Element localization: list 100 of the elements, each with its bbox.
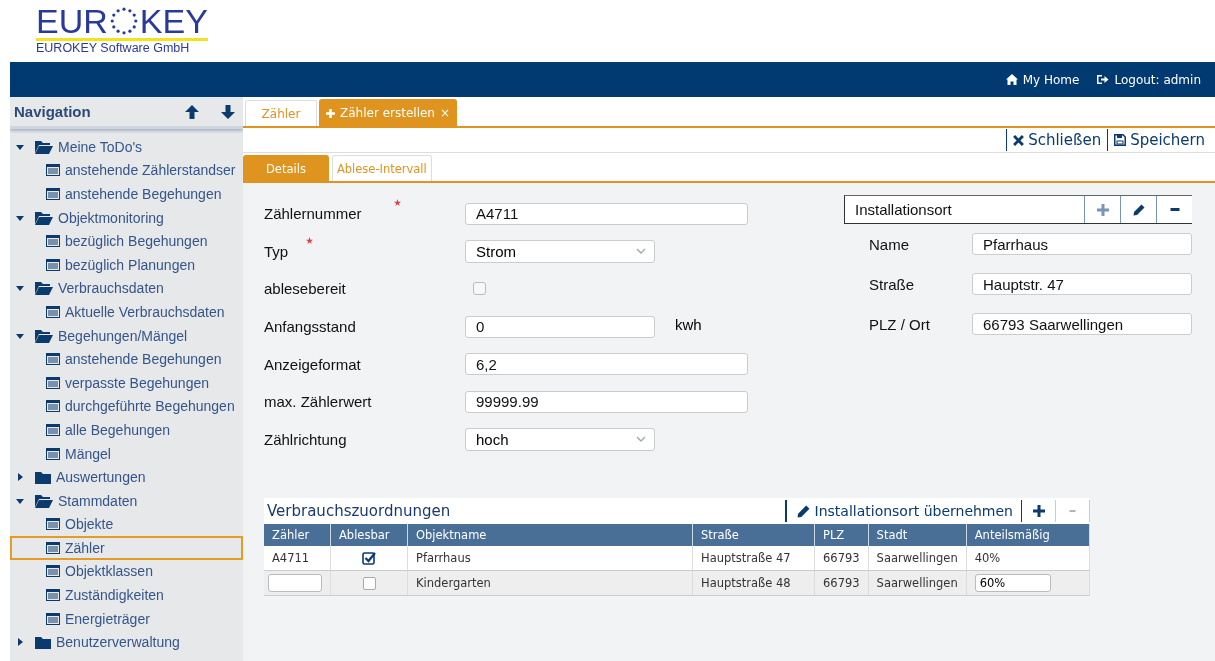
list-icon xyxy=(46,258,60,271)
tree-item[interactable]: bezüglich Planungen xyxy=(10,252,243,277)
list-icon xyxy=(46,565,60,578)
tree-item[interactable]: Zähler xyxy=(10,536,243,560)
text-field[interactable]: 0 xyxy=(465,315,655,338)
arrow-down-icon[interactable] xyxy=(221,104,235,119)
required-star-icon xyxy=(394,199,401,207)
logo-subtitle: EUROKEY Software GmbH xyxy=(36,42,191,55)
field-label: Typ xyxy=(264,242,289,260)
tree-item[interactable]: verpasste Begehungen xyxy=(10,370,243,395)
panel-title: Installationsort xyxy=(854,201,952,218)
caret-down-icon[interactable] xyxy=(16,284,24,293)
field-label: Zählernummer xyxy=(264,205,362,223)
caret-right-icon[interactable] xyxy=(16,473,24,482)
arrow-up-icon[interactable] xyxy=(185,104,199,119)
field-label: Straße xyxy=(868,275,915,293)
required-star-icon xyxy=(306,236,313,244)
cell-input[interactable]: 60% xyxy=(974,574,1051,593)
text-field[interactable]: Pfarrhaus xyxy=(972,233,1192,255)
tree-item[interactable]: Mängel xyxy=(10,441,243,466)
open-folder-icon xyxy=(35,210,53,225)
top-link[interactable]: Logout: admin xyxy=(1091,69,1207,90)
list-icon xyxy=(46,164,60,177)
apply-location-button[interactable]: Installationsort übernehmen xyxy=(784,500,1022,523)
caret-down-icon[interactable] xyxy=(16,142,24,151)
tree-folder[interactable]: Auswertungen xyxy=(10,465,243,489)
column-header[interactable]: Ablesbar xyxy=(330,524,408,547)
star-ring-icon xyxy=(108,6,139,36)
dropdown-field[interactable]: Strom xyxy=(465,239,655,263)
tree-item[interactable]: durchgeführte Begehungen xyxy=(10,394,243,419)
plus-icon xyxy=(1096,203,1109,216)
table-cell: 66793 xyxy=(823,576,860,591)
folder-icon xyxy=(35,635,51,649)
text-field[interactable]: 99999.99 xyxy=(465,390,748,413)
column-header[interactable]: Anteilsmäßig xyxy=(966,524,1090,547)
column-header[interactable]: Objektname xyxy=(407,524,693,547)
tree-folder[interactable]: Meine ToDo's xyxy=(10,135,243,159)
table-cell: A4711 xyxy=(272,551,310,566)
field-label: Anzeigeformat xyxy=(264,355,361,373)
list-icon xyxy=(46,376,60,389)
home-icon xyxy=(1005,74,1018,85)
tree-item[interactable]: anstehende Begehungen xyxy=(10,182,243,206)
tree-folder[interactable]: Benutzerverwaltung xyxy=(10,630,243,655)
checkbox[interactable] xyxy=(362,577,376,591)
tree-item[interactable]: Zuständigkeiten xyxy=(10,583,243,607)
list-icon xyxy=(46,518,60,531)
table-cell: Hauptstraße 47 xyxy=(701,551,791,566)
top-link[interactable]: My Home xyxy=(999,69,1086,90)
field-label: Zählrichtung xyxy=(264,430,347,448)
tree-item[interactable]: bezüglich Begehungen xyxy=(10,229,243,253)
cell-input[interactable] xyxy=(268,574,322,593)
list-icon xyxy=(46,447,60,460)
table-cell: 40% xyxy=(974,551,1001,566)
text-field[interactable]: 6,2 xyxy=(465,353,748,376)
text-field[interactable]: Hauptstr. 47 xyxy=(972,273,1192,295)
tree-folder[interactable]: Begehungen/Mängel xyxy=(10,323,243,348)
plus-icon xyxy=(326,108,335,118)
tree-item[interactable]: Objektklassen xyxy=(10,559,243,584)
caret-down-icon[interactable] xyxy=(16,496,24,505)
open-folder-icon xyxy=(35,139,53,154)
checked-checkbox-icon[interactable] xyxy=(362,551,376,566)
dropdown-field[interactable]: hoch xyxy=(465,427,655,451)
unit-label: kwh xyxy=(675,315,702,333)
text-field[interactable]: A4711 xyxy=(465,202,748,225)
table-cell: Hauptstraße 48 xyxy=(701,576,791,591)
field-label: Name xyxy=(868,235,910,253)
text-field[interactable]: 66793 Saarwellingen xyxy=(972,313,1192,335)
tree-item[interactable]: Objekte xyxy=(10,512,243,537)
table-cell: Saarwellingen xyxy=(876,576,958,591)
caret-down-icon[interactable] xyxy=(16,213,24,222)
tree-folder[interactable]: Verbrauchsdaten xyxy=(10,276,243,301)
table-cell: 66793 xyxy=(823,551,860,566)
open-folder-icon xyxy=(35,281,53,296)
tree-folder[interactable]: Stammdaten xyxy=(10,488,243,513)
list-icon xyxy=(46,235,60,248)
tree-item[interactable]: anstehende Zählerstandser xyxy=(10,158,243,183)
caret-right-icon[interactable] xyxy=(16,638,24,647)
table-cell: Kindergarten xyxy=(416,576,491,591)
logo-wordmark: KEY xyxy=(139,6,208,36)
tree-item[interactable]: anstehende Begehungen xyxy=(10,347,243,371)
field-label: Anfangsstand xyxy=(264,318,356,336)
list-icon xyxy=(46,188,60,200)
list-icon xyxy=(46,541,60,554)
chevron-down-icon xyxy=(636,248,646,255)
list-icon xyxy=(46,400,60,413)
navigation-title: Navigation xyxy=(14,103,91,120)
column-header[interactable]: Zähler xyxy=(264,524,331,547)
pencil-icon xyxy=(796,504,810,518)
checkbox[interactable] xyxy=(473,282,486,296)
tree-folder[interactable]: Objektmonitoring xyxy=(10,205,243,230)
list-icon xyxy=(46,423,60,436)
tree-item[interactable]: alle Begehungen xyxy=(10,418,243,442)
caret-down-icon[interactable] xyxy=(16,331,24,340)
tree-item[interactable]: Aktuelle Verbrauchsdaten xyxy=(10,300,243,324)
column-header[interactable]: PLZ xyxy=(814,524,869,547)
plus-icon xyxy=(1032,505,1045,518)
column-header[interactable]: Straße xyxy=(692,524,815,547)
tree-item[interactable]: Energieträger xyxy=(10,606,243,631)
column-header[interactable]: Stadt xyxy=(868,524,967,547)
chevron-down-icon xyxy=(636,436,646,443)
